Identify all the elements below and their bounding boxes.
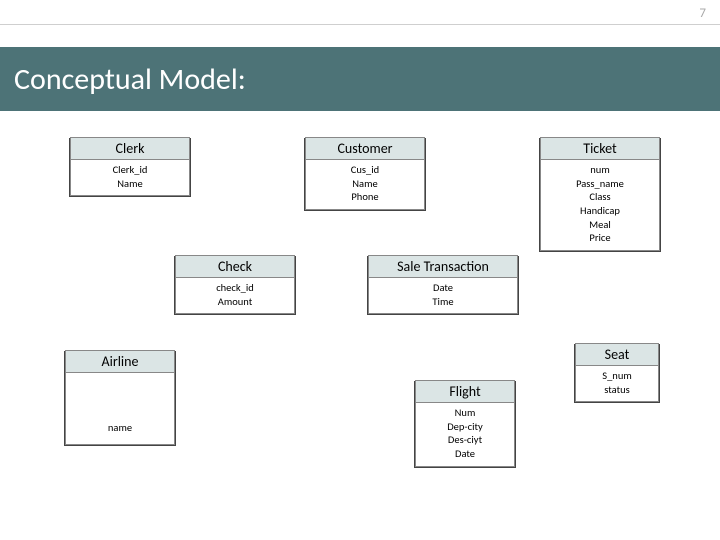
entity-attr: Meal	[541, 218, 659, 232]
entity-attr: Name	[306, 177, 424, 191]
title-bar: Conceptual Model:	[0, 47, 720, 111]
entity-attr: Clerk_id	[71, 163, 189, 177]
entity-title: Sale Transaction	[368, 255, 518, 278]
entity-attr: Date	[416, 447, 514, 461]
entity-body: num Pass_name Class Handicap Meal Price	[540, 160, 660, 251]
entity-attr: Handicap	[541, 204, 659, 218]
entity-body: Cus_id Name Phone	[305, 160, 425, 210]
entity-attr: Num	[416, 406, 514, 420]
entity-title: Ticket	[540, 137, 660, 160]
entity-ticket: Ticket num Pass_name Class Handicap Meal…	[540, 137, 660, 251]
entity-body: Date Time	[368, 278, 518, 314]
entity-attr: Des-ciyt	[416, 433, 514, 447]
entity-attr: status	[576, 383, 658, 397]
entity-attr: Time	[369, 295, 517, 309]
entity-body: Clerk_id Name	[70, 160, 190, 196]
entity-attr: Price	[541, 231, 659, 245]
diagram-canvas: Clerk Clerk_id Name Customer Cus_id Name…	[0, 125, 720, 540]
entity-sale-transaction: Sale Transaction Date Time	[368, 255, 518, 314]
entity-attr: Dep-city	[416, 420, 514, 434]
entity-body: Num Dep-city Des-ciyt Date	[415, 403, 515, 467]
entity-title: Airline	[65, 350, 175, 373]
top-rule	[0, 24, 720, 25]
entity-attr: Date	[369, 281, 517, 295]
page-title: Conceptual Model:	[14, 61, 246, 98]
entity-title: Flight	[415, 380, 515, 403]
entity-body: check_id Amount	[175, 278, 295, 314]
entity-title: Clerk	[70, 137, 190, 160]
entity-seat: Seat S_num status	[575, 343, 659, 402]
entity-title: Check	[175, 255, 295, 278]
entity-title: Customer	[305, 137, 425, 160]
entity-clerk: Clerk Clerk_id Name	[70, 137, 190, 196]
entity-attr: S_num	[576, 369, 658, 383]
entity-body: S_num status	[575, 366, 659, 402]
entity-attr: Cus_id	[306, 163, 424, 177]
entity-attr: Class	[541, 190, 659, 204]
entity-title: Seat	[575, 343, 659, 366]
entity-attr: Name	[71, 177, 189, 191]
entity-body: name	[65, 373, 175, 445]
entity-attr: Amount	[176, 295, 294, 309]
entity-check: Check check_id Amount	[175, 255, 295, 314]
entity-attr: check_id	[176, 281, 294, 295]
entity-attr: num	[541, 163, 659, 177]
entity-attr: Phone	[306, 190, 424, 204]
entity-attr: name	[66, 421, 174, 435]
entity-attr: Pass_name	[541, 177, 659, 191]
entity-airline: Airline name	[65, 350, 175, 445]
page-number: 7	[699, 6, 706, 21]
entity-customer: Customer Cus_id Name Phone	[305, 137, 425, 210]
entity-flight: Flight Num Dep-city Des-ciyt Date	[415, 380, 515, 467]
